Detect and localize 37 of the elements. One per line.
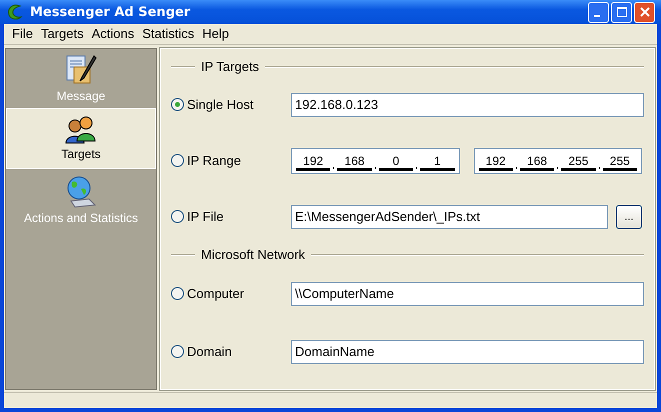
- text-field[interactable]: 192.168.0.123: [291, 92, 644, 117]
- group-title: IP Targets: [201, 59, 260, 74]
- radio-button[interactable]: [171, 345, 184, 358]
- radio-button[interactable]: [171, 287, 184, 300]
- menu-item[interactable]: Actions: [88, 26, 138, 42]
- menu-item[interactable]: Help: [198, 26, 233, 42]
- close-icon: [640, 7, 650, 18]
- radio-button[interactable]: [171, 154, 184, 168]
- text-field[interactable]: DomainName: [291, 340, 644, 364]
- browse-button[interactable]: ...: [616, 204, 642, 229]
- minimize-button[interactable]: [588, 2, 609, 23]
- close-button[interactable]: [634, 2, 655, 23]
- people-icon: [64, 115, 98, 146]
- ip-address-field[interactable]: 192 168 255 255: [474, 148, 642, 174]
- radio-label: Domain: [187, 344, 232, 360]
- sidebar-label: Targets: [61, 147, 101, 162]
- text-field[interactable]: \\ComputerName: [291, 282, 644, 306]
- group-title: Microsoft Network: [201, 247, 306, 262]
- radio-label: Computer: [187, 286, 244, 302]
- app-icon: [6, 3, 24, 22]
- sidebar-label: Message: [56, 89, 106, 104]
- file-path-field[interactable]: E:\MessengerAdSender\_IPs.txt: [291, 204, 608, 229]
- radio-label: IP File: [187, 209, 224, 224]
- maximize-button[interactable]: [611, 2, 632, 23]
- radio-label: IP Range: [187, 153, 241, 168]
- menu-item[interactable]: File: [8, 26, 37, 42]
- menu-item[interactable]: Targets: [36, 26, 88, 42]
- sidebar-item[interactable]: Targets: [6, 108, 156, 169]
- radio-label: Single Host: [187, 97, 254, 112]
- maximize-icon: [616, 7, 626, 18]
- window-title: Messenger Ad Senger: [30, 4, 192, 20]
- radio-button[interactable]: [171, 98, 184, 112]
- menu-item[interactable]: Statistics: [138, 26, 198, 42]
- radio-button[interactable]: [171, 210, 184, 224]
- sidebar-label: Actions and Statistics: [24, 210, 138, 225]
- minimize-icon: [594, 14, 600, 17]
- ip-address-field[interactable]: 192 168 0 1: [291, 148, 460, 174]
